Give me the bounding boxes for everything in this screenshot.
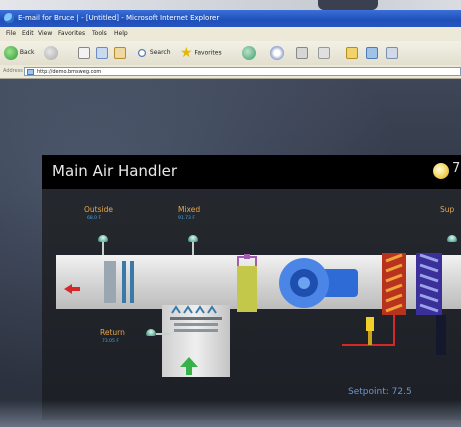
menu-view[interactable]: View (38, 27, 52, 41)
return-sensor-icon[interactable] (146, 329, 156, 336)
menu-file[interactable]: File (6, 27, 16, 41)
return-damper-icon[interactable] (168, 305, 224, 345)
supply-sensor-icon[interactable] (447, 235, 457, 242)
page-icon (27, 69, 34, 75)
forward-button[interactable] (44, 45, 58, 61)
back-arrow-icon (4, 45, 18, 60)
star-icon: ★ (180, 45, 193, 61)
outside-damper-icon[interactable] (64, 279, 80, 294)
forward-arrow-icon (44, 45, 58, 60)
weather-text: 7 (452, 161, 461, 176)
menu-edit[interactable]: Edit (22, 27, 34, 41)
folder-icon (346, 46, 358, 59)
favorites-label: Favorites (194, 49, 222, 57)
home-button[interactable] (114, 45, 126, 61)
supply-label: Sup (440, 205, 455, 214)
monitor-bezel (0, 0, 461, 10)
menu-favorites[interactable]: Favorites (58, 27, 85, 41)
outside-sensor-icon[interactable] (98, 235, 108, 242)
return-airflow-arrow-icon (180, 357, 198, 375)
mail-button[interactable] (270, 45, 284, 61)
address-input[interactable]: http://demo.bmsweg.com (24, 67, 461, 76)
research-button[interactable] (386, 45, 398, 61)
sun-icon (433, 163, 449, 179)
menu-help[interactable]: Help (114, 27, 128, 41)
cooling-coil-icon[interactable] (414, 251, 444, 317)
return-label: Return (100, 328, 125, 337)
title-bar: E-mail for Bruce | - [Untitled] - Micros… (0, 10, 461, 27)
address-value: http://demo.bmsweg.com (37, 69, 102, 75)
edit-button[interactable] (318, 45, 330, 61)
address-label: Address (3, 68, 23, 74)
outside-value: 68.0 F (87, 216, 102, 221)
refresh-icon (96, 46, 108, 59)
filter-icon[interactable] (235, 254, 259, 314)
outside-air-damper-blades[interactable] (102, 259, 138, 305)
edit-icon (318, 46, 330, 59)
return-value: 73.05 F (102, 339, 119, 344)
cooling-pipe-icon (436, 315, 461, 355)
page-title: Main Air Handler (52, 162, 178, 180)
heating-coil-icon[interactable] (380, 251, 408, 317)
screen-reflection (0, 400, 461, 427)
search-label: Search (149, 49, 171, 56)
search-button[interactable]: Search (136, 45, 171, 61)
heating-valve-icon[interactable] (342, 315, 402, 353)
menu-bar: File Edit View Favorites Tools Help (0, 27, 461, 42)
internet-explorer-icon (4, 13, 14, 23)
home-icon (114, 46, 126, 59)
folder-button[interactable] (346, 45, 358, 61)
toolbar: Back Search ★ Favorites (0, 41, 461, 66)
print-icon (296, 46, 308, 59)
outside-label: Outside (84, 205, 113, 214)
menu-tools[interactable]: Tools (92, 27, 107, 41)
print-button[interactable] (296, 45, 308, 61)
search-icon (136, 46, 148, 59)
research-icon (386, 46, 398, 59)
supply-fan-icon[interactable] (276, 257, 358, 309)
back-label: Back (19, 49, 35, 56)
mixed-label: Mixed (178, 205, 201, 214)
mixed-value: 91.73 F (178, 216, 195, 221)
stop-icon (78, 46, 90, 59)
back-button[interactable]: Back (4, 45, 35, 61)
stop-button[interactable] (78, 45, 90, 61)
monitor-notch (318, 0, 378, 10)
return-sensor-probe (156, 333, 170, 335)
messenger-button[interactable] (366, 45, 378, 61)
window-title: E-mail for Bruce | - [Untitled] - Micros… (18, 14, 220, 22)
browser-window: E-mail for Bruce | - [Untitled] - Micros… (0, 10, 461, 427)
history-button[interactable] (242, 45, 256, 61)
mail-icon (270, 45, 284, 60)
favorites-button[interactable]: ★ Favorites (180, 45, 222, 61)
setpoint-text: Setpoint: 72.5 (348, 387, 412, 397)
refresh-button[interactable] (96, 45, 108, 61)
panel-header: Main Air Handler 7 (42, 155, 461, 189)
address-bar: Address http://demo.bmsweg.com (0, 65, 461, 79)
air-handler-panel: Main Air Handler 7 Outside 68.0 F Mixed … (42, 155, 461, 420)
page-content: Main Air Handler 7 Outside 68.0 F Mixed … (0, 79, 461, 427)
messenger-icon (366, 46, 378, 59)
history-icon (242, 45, 256, 60)
mixed-sensor-icon[interactable] (188, 235, 198, 242)
